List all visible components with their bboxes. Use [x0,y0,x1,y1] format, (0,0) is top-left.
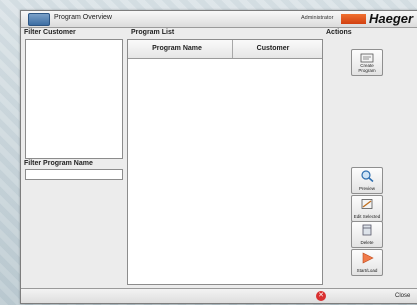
preview-button[interactable]: Preview [351,167,383,194]
play-icon [362,252,374,264]
program-overview-window: Program Overview Administrator Haeger Fi… [20,10,417,304]
grid-header: Program Name Customer [128,40,322,59]
start-load-label: Start/Load [356,268,378,273]
brand-accent-bar [341,14,366,24]
filter-program-label: Filter Program Name [24,160,93,167]
column-divider [232,40,233,58]
actions-label: Actions [326,29,352,36]
filter-customer-label: Filter Customer [24,29,76,36]
start-load-button[interactable]: Start/Load [351,249,383,276]
filter-customer-list[interactable] [25,39,123,159]
delete-icon [362,224,372,236]
create-program-label: Create Program [358,63,376,73]
magnifier-icon [361,170,374,182]
delete-label: Delete [360,240,374,245]
program-list-label: Program List [131,29,175,36]
folder-icon [28,13,50,26]
column-customer[interactable]: Customer [238,45,308,52]
column-program-name[interactable]: Program Name [142,45,212,52]
program-list-grid[interactable]: Program Name Customer [127,39,323,285]
create-program-button[interactable]: Create Program [351,49,383,76]
edit-icon [361,199,373,209]
close-button[interactable]: Close [395,293,410,299]
window-title: Program Overview [54,14,112,21]
status-bar: ✕ Close [21,288,417,303]
user-name: Administrator [301,15,334,21]
delete-button[interactable]: Delete [351,221,383,248]
edit-selected-label: Edit Selected [353,214,381,219]
filter-program-input[interactable] [25,169,123,180]
title-bar: Program Overview Administrator Haeger [21,11,417,28]
close-icon[interactable]: ✕ [316,291,326,301]
preview-label: Preview [358,186,375,191]
edit-selected-button[interactable]: Edit Selected [351,195,383,222]
brand-logo: Haeger [369,11,414,26]
